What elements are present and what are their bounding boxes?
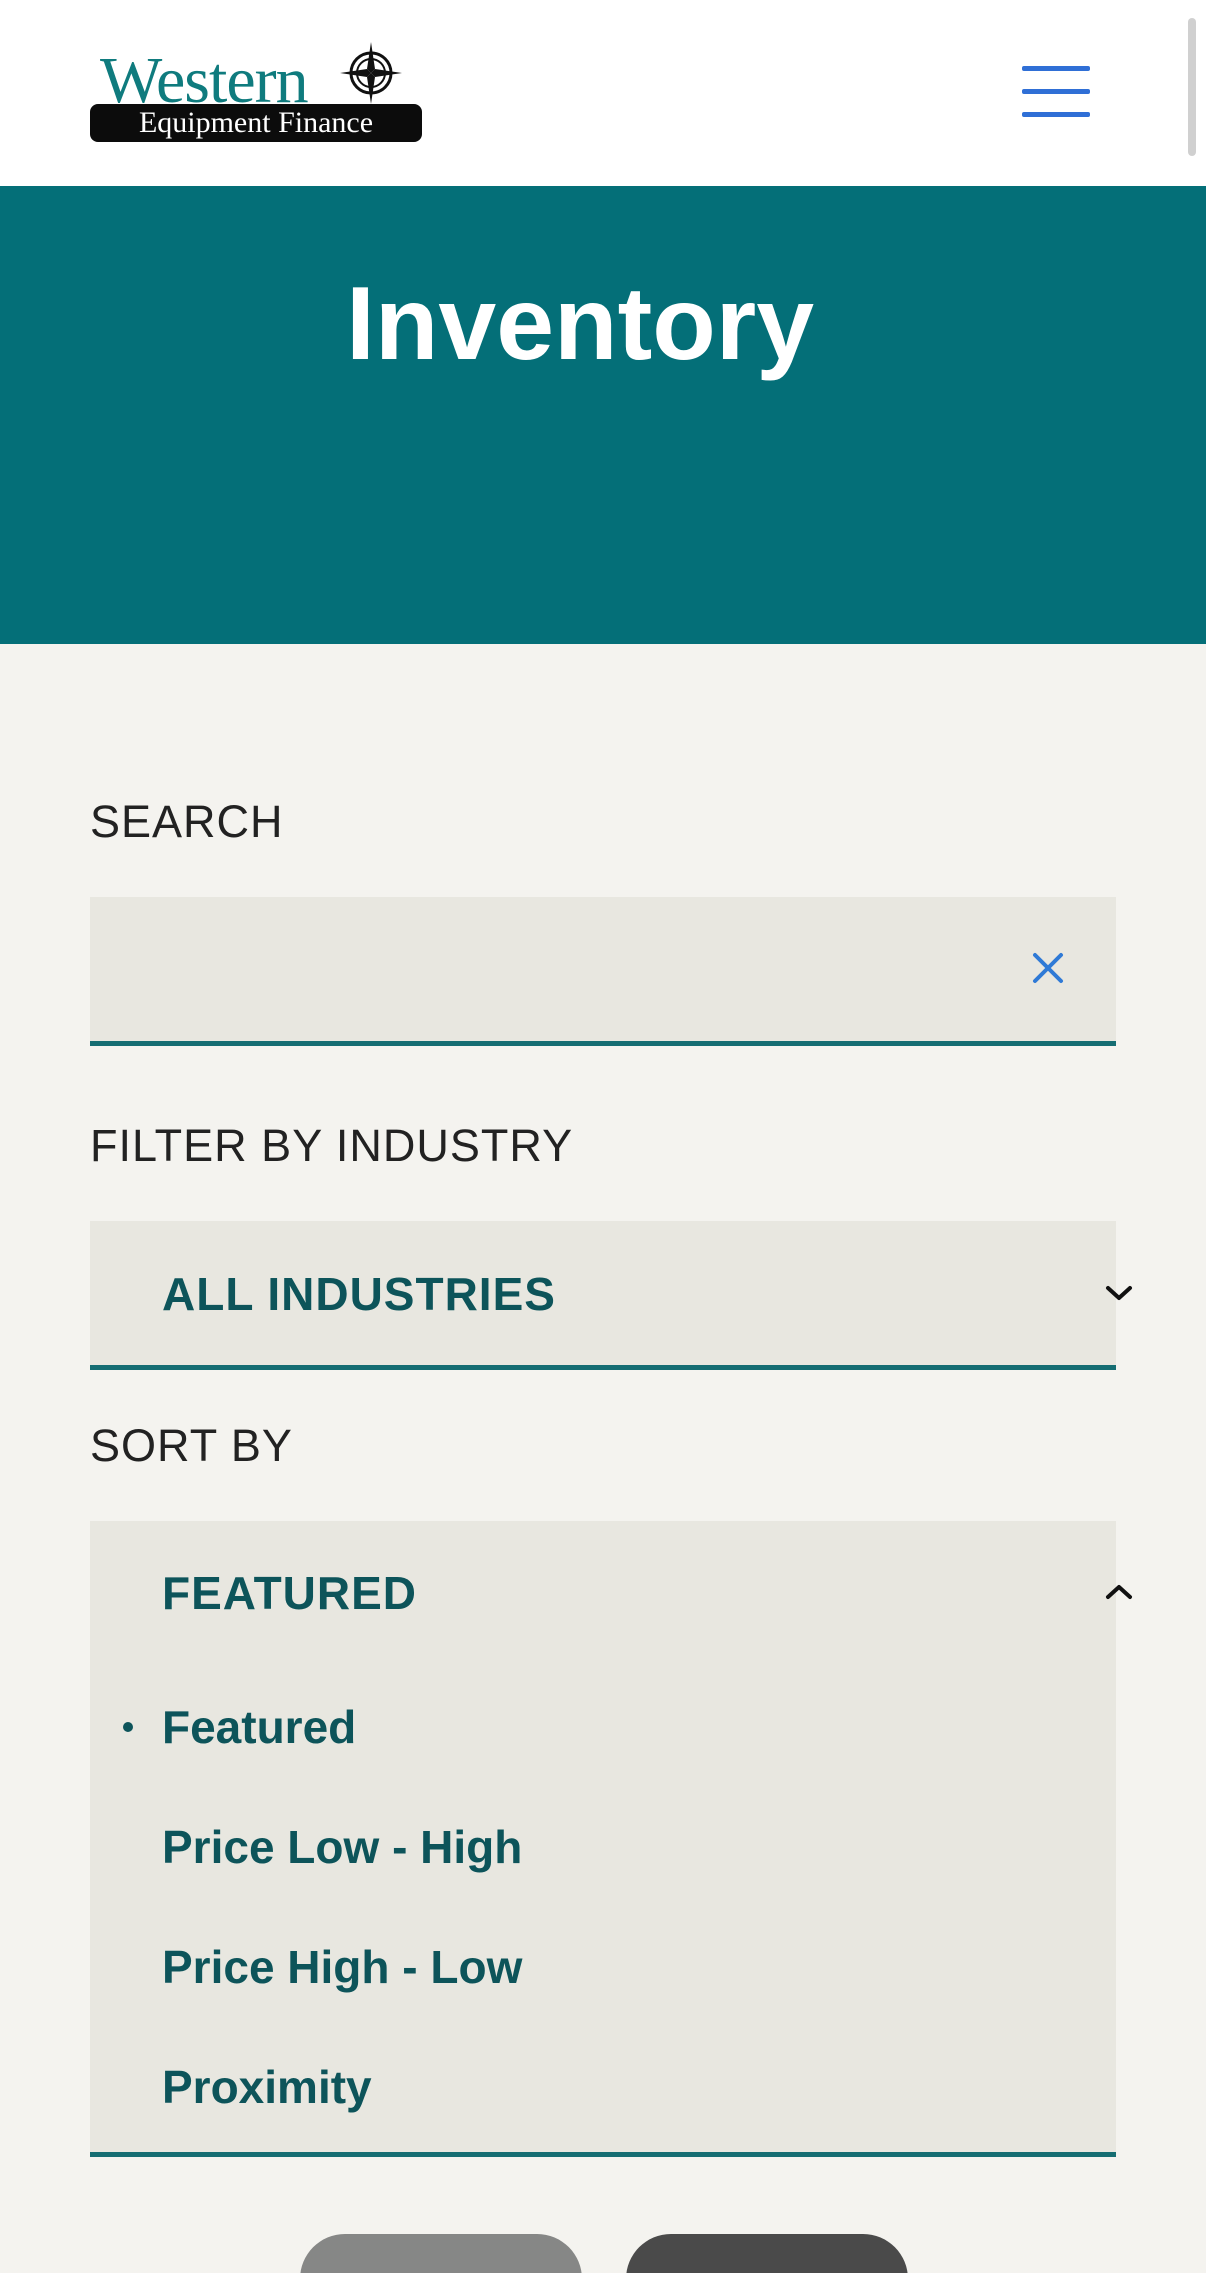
industry-select[interactable]: ALL INDUSTRIES bbox=[90, 1221, 1132, 1370]
search-field bbox=[90, 897, 1116, 1046]
hamburger-menu-icon[interactable] bbox=[1018, 62, 1094, 122]
compass-icon bbox=[340, 42, 402, 104]
chevron-down-icon bbox=[1106, 1286, 1132, 1300]
industry-filter-label: FILTER BY INDUSTRY bbox=[90, 1120, 574, 1171]
active-option-bullet bbox=[123, 1722, 133, 1732]
sort-select-value: FEATURED bbox=[162, 1567, 418, 1619]
hero-banner: Inventory bbox=[0, 186, 1206, 644]
scrollbar-thumb[interactable] bbox=[1188, 18, 1196, 156]
page-title: Inventory bbox=[345, 266, 815, 382]
search-input[interactable] bbox=[90, 897, 990, 1037]
logo-subtitle: Equipment Finance bbox=[90, 104, 422, 142]
secondary-action-button[interactable] bbox=[300, 2234, 582, 2273]
sort-option-proximity[interactable]: Proximity bbox=[162, 2060, 372, 2114]
chevron-up-icon bbox=[1106, 1585, 1132, 1599]
sort-option-price-low-high[interactable]: Price Low - High bbox=[162, 1820, 522, 1874]
sort-label: SORT BY bbox=[90, 1420, 293, 1471]
primary-action-button[interactable] bbox=[626, 2234, 908, 2273]
company-logo[interactable]: Western Equipment Finance bbox=[90, 40, 422, 144]
industry-select-value: ALL INDUSTRIES bbox=[162, 1268, 556, 1320]
sort-option-featured[interactable]: Featured bbox=[162, 1700, 356, 1754]
site-header: Western Equipment Finance bbox=[0, 0, 1206, 186]
sort-option-price-high-low[interactable]: Price High - Low bbox=[162, 1940, 522, 1994]
search-label: SEARCH bbox=[90, 796, 284, 847]
close-icon[interactable] bbox=[1030, 950, 1066, 986]
